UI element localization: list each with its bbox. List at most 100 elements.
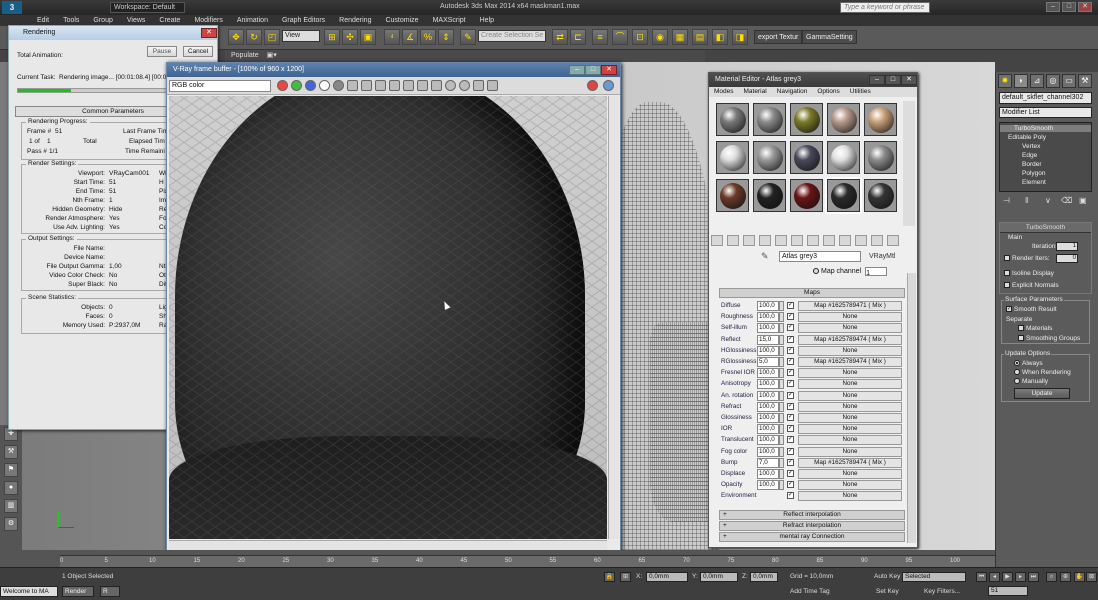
map-enable-checkbox[interactable]: ✓	[787, 414, 794, 421]
mirror-icon[interactable]: ⇄	[552, 29, 568, 45]
lock-selection-icon[interactable]: 🔒	[604, 572, 615, 582]
map-enable-checkbox[interactable]: ✓	[787, 302, 794, 309]
motion-tab-icon[interactable]: ◎	[1046, 74, 1060, 88]
stack-item[interactable]: Polygon	[1022, 170, 1046, 177]
utilities-tab-icon[interactable]: ⚒	[1078, 74, 1092, 88]
turbosmooth-header[interactable]: TurboSmooth	[1000, 223, 1091, 233]
map-slot-button[interactable]: None	[798, 480, 902, 491]
rotate-icon[interactable]: ↻	[246, 29, 262, 45]
cancel-button[interactable]: Cancel	[183, 46, 213, 57]
map-amount-spinner[interactable]	[779, 345, 784, 356]
render-setup-icon[interactable]: ▦	[672, 29, 688, 45]
map-amount-field[interactable]: 100,0	[757, 401, 779, 412]
maximize-icon[interactable]: □	[1062, 2, 1076, 12]
zoom-icon[interactable]: ⌕	[1046, 572, 1057, 582]
get-material-icon[interactable]	[711, 235, 723, 246]
map-slot-button[interactable]: None	[798, 435, 902, 446]
assign-to-selection-icon[interactable]	[743, 235, 755, 246]
maxscript-listener[interactable]: Welcome to MA	[0, 586, 58, 597]
material-type-button[interactable]: VRayMtl	[869, 251, 895, 262]
map-slot-button[interactable]: None	[798, 379, 902, 390]
material-slot[interactable]	[790, 179, 823, 212]
modifier-list-dropdown[interactable]: Modifier List	[999, 107, 1092, 118]
move-icon[interactable]: ✣	[342, 29, 358, 45]
vfb-channel-dropdown[interactable]: RGB color	[169, 80, 271, 92]
make-copy-icon[interactable]	[775, 235, 787, 246]
isoline-display-checkbox[interactable]	[1004, 270, 1010, 277]
menu-help[interactable]: Help	[473, 15, 501, 26]
modify-icon[interactable]: ⚒	[4, 445, 18, 459]
material-name-field[interactable]: Atlas grey3	[779, 251, 861, 262]
gamma-setting-button[interactable]: GammaSetting	[802, 30, 857, 44]
map-slot-button[interactable]: Map #1625789474 ( Mix )	[798, 457, 902, 468]
green-channel-icon[interactable]	[291, 80, 302, 91]
add-time-tag[interactable]: Add Time Tag	[790, 588, 830, 595]
map-amount-field[interactable]: 100,0	[757, 480, 779, 491]
map-amount-spinner[interactable]	[779, 379, 784, 390]
map-amount-spinner[interactable]	[779, 390, 784, 401]
map-enable-checkbox[interactable]: ✓	[787, 470, 794, 477]
absolute-mode-icon[interactable]: ⊞	[620, 572, 631, 582]
map-amount-spinner[interactable]	[779, 312, 784, 323]
map-enable-checkbox[interactable]: ✓	[787, 346, 794, 354]
color-corrections-icon[interactable]	[473, 80, 484, 91]
stack-item[interactable]: Border	[1022, 161, 1042, 168]
map-amount-field[interactable]: 100,0	[757, 301, 779, 311]
link-to-max-vfb-icon[interactable]	[431, 80, 442, 91]
maximize-viewport-icon[interactable]: ⊠	[1086, 572, 1097, 582]
rollout-header[interactable]: + Reflect interpolation	[719, 510, 905, 520]
display-icon[interactable]: ▥	[4, 499, 18, 513]
app-logo-icon[interactable]: 3	[2, 1, 22, 14]
mat-menu-modes[interactable]: Modes	[709, 87, 739, 97]
map-amount-field[interactable]: 7,0	[757, 457, 779, 468]
menu-maxscript[interactable]: MAXScript	[426, 15, 473, 26]
put-to-library-icon[interactable]	[807, 235, 819, 246]
material-slot[interactable]	[827, 141, 860, 174]
map-enable-checkbox[interactable]: ✓	[787, 313, 794, 321]
minimize-icon[interactable]: –	[1046, 2, 1060, 12]
render-production-icon[interactable]: ◧	[712, 29, 728, 45]
modify-tab-icon[interactable]: ◗	[1014, 74, 1028, 88]
play-icon[interactable]: ▶	[1002, 572, 1013, 582]
map-channel-radio[interactable]	[813, 268, 819, 275]
pin-stack-icon[interactable]: ⊣	[1003, 196, 1010, 205]
material-slot[interactable]	[716, 179, 749, 212]
map-amount-field[interactable]: 5,0	[757, 357, 779, 367]
map-amount-field[interactable]: 100,0	[757, 413, 779, 423]
object-name-field[interactable]: default_skflet_channel302	[999, 92, 1092, 104]
material-slot[interactable]	[864, 103, 897, 136]
when-rendering-radio[interactable]	[1014, 369, 1020, 376]
material-slot[interactable]	[716, 103, 749, 136]
map-enable-checkbox[interactable]: ✓	[787, 380, 794, 388]
alpha-channel-icon[interactable]	[319, 80, 330, 91]
configure-modifier-sets-icon[interactable]: ▣	[1079, 196, 1087, 205]
workspace-dropdown[interactable]: Workspace: Default	[110, 2, 185, 13]
named-selection-dropdown[interactable]: Create Selection Se	[478, 30, 546, 42]
edit-named-selection-icon[interactable]: ✎	[460, 29, 476, 45]
mated-minimize-icon[interactable]: –	[869, 75, 885, 85]
explicit-normals-checkbox[interactable]	[1004, 282, 1010, 289]
select-icon[interactable]: ✥	[228, 29, 244, 45]
map-amount-field[interactable]: 100,0	[757, 435, 779, 446]
stack-item[interactable]: TurboSmooth	[1000, 125, 1091, 132]
track-mouse-icon[interactable]	[403, 80, 414, 91]
map-amount-field[interactable]: 15,0	[757, 334, 779, 345]
utilities-icon[interactable]: ⚙	[4, 517, 18, 531]
make-unique-icon[interactable]: ∨	[1045, 196, 1051, 205]
material-slot[interactable]	[790, 141, 823, 174]
track-bar[interactable]: 0 5 10 15 20 25 30 35 40 45 50 55 60 65 70 75 80 85 90 95 10…	[60, 555, 995, 567]
map-enable-checkbox[interactable]: ✓	[787, 358, 794, 365]
history-icon[interactable]	[487, 80, 498, 91]
curve-editor-icon[interactable]: ⌒	[612, 29, 628, 45]
reference-coordinate-dropdown[interactable]: View	[282, 30, 320, 42]
vfb-minimize-icon[interactable]: –	[569, 65, 585, 75]
search-input[interactable]: Type a keyword or phrase	[840, 2, 930, 13]
layer-icon[interactable]: ≡	[592, 29, 608, 45]
manually-radio[interactable]	[1014, 378, 1020, 385]
show-end-result-icon[interactable]	[855, 235, 867, 246]
mat-menu-options[interactable]: Options	[812, 87, 844, 97]
map-amount-spinner[interactable]	[779, 368, 784, 379]
map-slot-button[interactable]: None	[798, 323, 902, 334]
iterations-spinner[interactable]: 1	[1056, 242, 1078, 251]
map-slot-button[interactable]: None	[798, 446, 902, 457]
